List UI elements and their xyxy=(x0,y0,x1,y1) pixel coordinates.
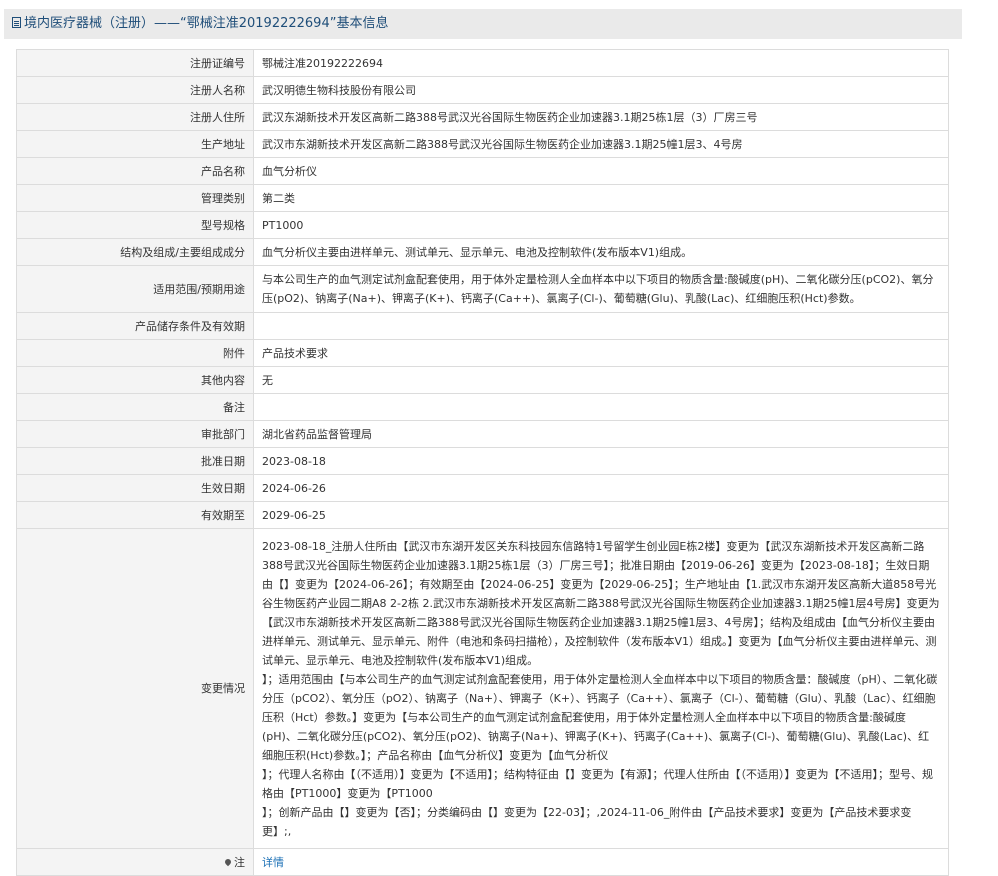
note-label-cell: 注 xyxy=(16,848,254,876)
field-label: 备注 xyxy=(16,393,254,421)
table-row: 生效日期 2024-06-26 xyxy=(16,474,949,502)
table-row: 注册人住所 武汉东湖新技术开发区高新二路388号武汉光谷国际生物医药企业加速器3.… xyxy=(16,103,949,131)
field-value: 武汉市东湖新技术开发区高新二路388号武汉光谷国际生物医药企业加速器3.1期25… xyxy=(253,130,949,158)
field-label: 有效期至 xyxy=(16,501,254,529)
panel-body: 注册证编号 鄂械注准20192222694 注册人名称 武汉明德生物科技股份有限公司… xyxy=(4,39,962,876)
field-value: 湖北省药品监督管理局 xyxy=(253,420,949,448)
field-value: 2023-08-18_注册人住所由【武汉市东湖开发区关东科技园东信路特1号留学生… xyxy=(253,528,949,849)
field-value: 武汉明德生物科技股份有限公司 xyxy=(253,76,949,104)
field-label: 审批部门 xyxy=(16,420,254,448)
field-label: 附件 xyxy=(16,339,254,367)
field-label: 生产地址 xyxy=(16,130,254,158)
field-value: 产品技术要求 xyxy=(253,339,949,367)
info-panel: 境内医疗器械（注册）——“鄂械注准20192222694”基本信息 注册证编号鄂… xyxy=(4,9,962,876)
field-label: 注册人名称 xyxy=(16,76,254,104)
table-row: 型号规格 PT1000 xyxy=(16,211,949,239)
table-row: 附件 产品技术要求 xyxy=(16,339,949,367)
field-label: 型号规格 xyxy=(16,211,254,239)
table-row: 结构及组成/主要组成成分 血气分析仪主要由进样单元、测试单元、显示单元、电池及控制… xyxy=(16,238,949,266)
table-row: 审批部门 湖北省药品监督管理局 xyxy=(16,420,949,448)
table-row: 适用范围/预期用途 与本公司生产的血气测定试剂盒配套使用，用于体外定量检测人全血样… xyxy=(16,265,949,313)
field-label: 变更情况 xyxy=(16,528,254,849)
field-value: 2023-08-18 xyxy=(253,447,949,475)
table-row: 注册证编号 鄂械注准20192222694 xyxy=(16,49,949,77)
panel-header: 境内医疗器械（注册）——“鄂械注准20192222694”基本信息 xyxy=(4,9,962,39)
field-value: 第二类 xyxy=(253,184,949,212)
field-value: 无 xyxy=(253,366,949,394)
field-label: 批准日期 xyxy=(16,447,254,475)
field-label: 生效日期 xyxy=(16,474,254,502)
field-value: 血气分析仪主要由进样单元、测试单元、显示单元、电池及控制软件(发布版本V1)组成… xyxy=(253,238,949,266)
table-row: 其他内容无 xyxy=(16,366,949,394)
info-table: 注册证编号 鄂械注准20192222694 注册人名称 武汉明德生物科技股份有限公司… xyxy=(16,49,949,876)
table-row: 产品储存条件及有效期 xyxy=(16,312,949,340)
note-row: 注 详情 xyxy=(16,848,949,876)
field-label: 产品储存条件及有效期 xyxy=(16,312,254,340)
field-value: 血气分析仪 xyxy=(253,157,949,185)
field-label: 其他内容 xyxy=(16,366,254,394)
field-label: 适用范围/预期用途 xyxy=(16,265,254,313)
field-value xyxy=(253,312,949,340)
field-value: 与本公司生产的血气测定试剂盒配套使用，用于体外定量检测人全血样本中以下项目的物质… xyxy=(253,265,949,313)
field-label: 注册人住所 xyxy=(16,103,254,131)
table-row: 管理类别 第二类 xyxy=(16,184,949,212)
field-label: 管理类别 xyxy=(16,184,254,212)
field-value: 2024-06-26 xyxy=(253,474,949,502)
table-row: 注册人名称 武汉明德生物科技股份有限公司 xyxy=(16,76,949,104)
table-row: 有效期至 2029-06-25 xyxy=(16,501,949,529)
table-row: 备注 xyxy=(16,393,949,421)
field-label: 注册证编号 xyxy=(16,49,254,77)
note-label: 注 xyxy=(234,855,245,869)
field-label: 产品名称 xyxy=(16,157,254,185)
details-link[interactable]: 详情 xyxy=(262,856,284,869)
field-label: 结构及组成/主要组成成分 xyxy=(16,238,254,266)
table-row: 产品名称 血气分析仪 xyxy=(16,157,949,185)
field-value xyxy=(253,393,949,421)
field-value: 鄂械注准20192222694 xyxy=(253,49,949,77)
document-icon xyxy=(12,17,21,28)
page-title: 境内医疗器械（注册）——“鄂械注准20192222694”基本信息 xyxy=(24,16,389,31)
table-row: 生产地址 武汉市东湖新技术开发区高新二路388号武汉光谷国际生物医药企业加速器3.… xyxy=(16,130,949,158)
field-value: PT1000 xyxy=(253,211,949,239)
table-row: 变更情况 2023-08-18_注册人住所由【武汉市东湖开发区关东科技园东信路特1… xyxy=(16,528,949,849)
map-pin-icon xyxy=(223,857,233,866)
field-value: 2029-06-25 xyxy=(253,501,949,529)
field-value: 武汉东湖新技术开发区高新二路388号武汉光谷国际生物医药企业加速器3.1期25栋… xyxy=(253,103,949,131)
table-row: 批准日期 2023-08-18 xyxy=(16,447,949,475)
note-value-cell: 详情 xyxy=(253,848,949,876)
